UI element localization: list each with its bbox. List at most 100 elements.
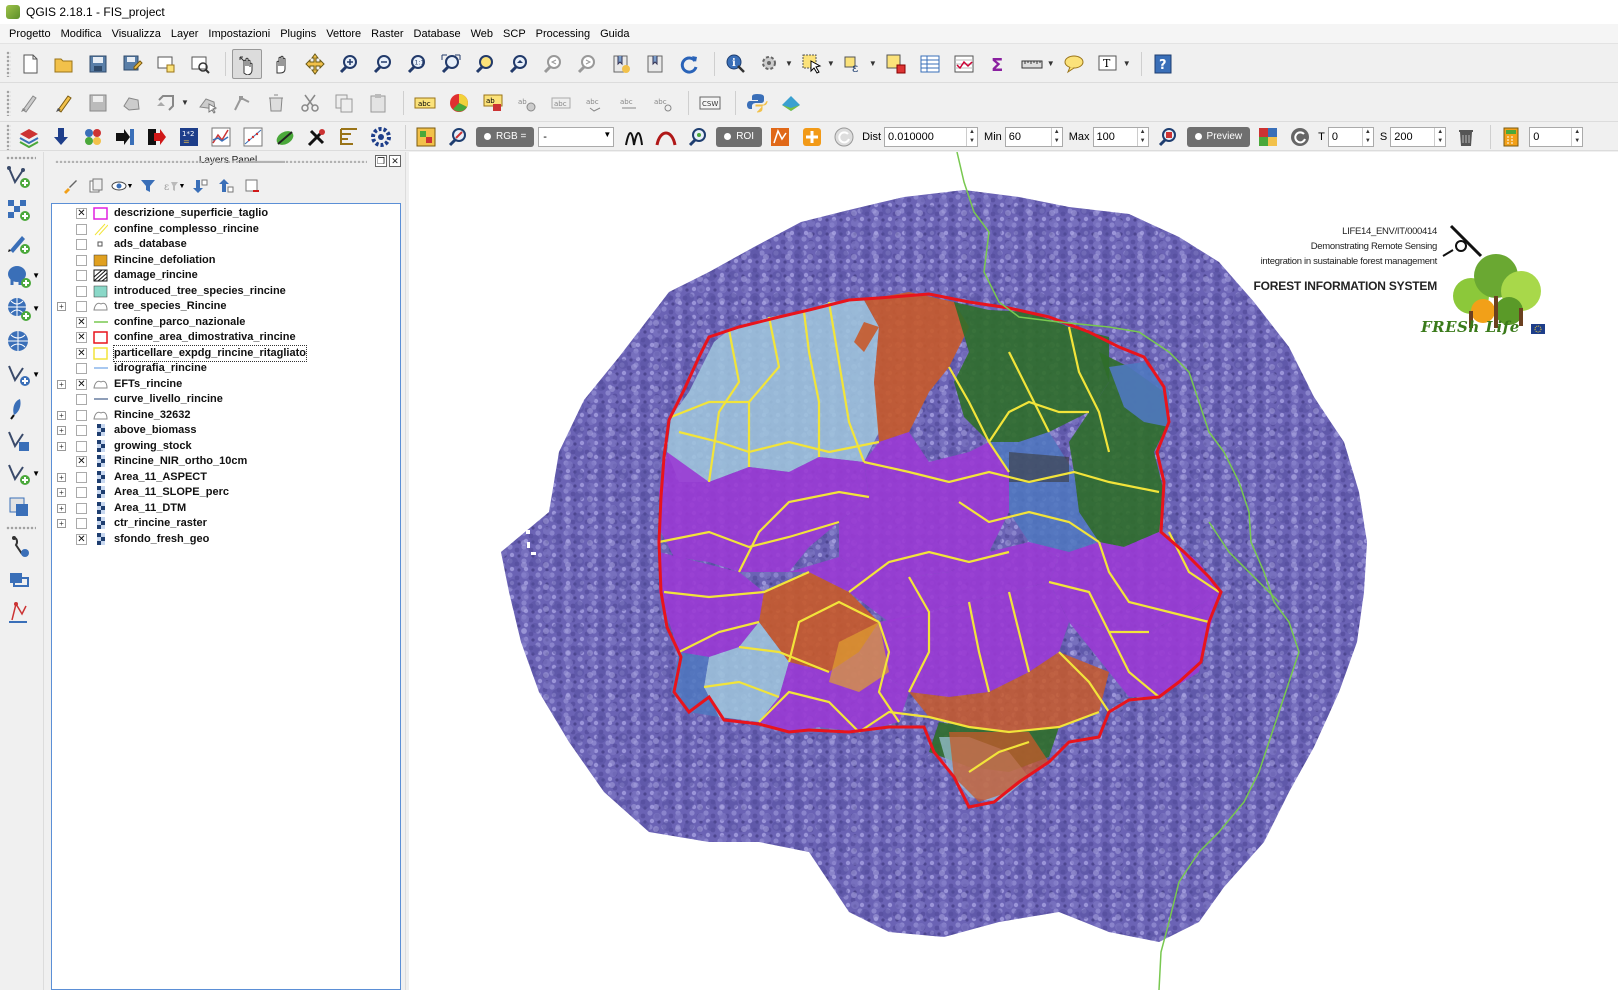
menu-guida[interactable]: Guida	[595, 24, 634, 44]
expand-toggle-icon[interactable]: +	[57, 488, 66, 497]
new-print-composer-button[interactable]	[151, 49, 181, 79]
expand-toggle-icon[interactable]: +	[57, 410, 66, 420]
layer-visibility-checkbox[interactable]	[76, 270, 87, 281]
add-delimited-text-button[interactable]	[0, 228, 36, 258]
menu-modifica[interactable]: Modifica	[56, 24, 107, 44]
layer-visibility-checkbox[interactable]	[76, 254, 87, 266]
scp-add-roi-button[interactable]	[798, 125, 825, 149]
add-group-button[interactable]	[83, 175, 109, 197]
layer-row[interactable]: curve_livello_rincine	[52, 392, 400, 408]
menu-scp[interactable]: SCP	[498, 24, 531, 44]
layer-visibility-checkbox[interactable]: ✕	[76, 208, 87, 219]
composer-manager-button[interactable]	[185, 49, 215, 79]
layer-visibility-checkbox[interactable]	[76, 425, 87, 436]
rotate-label-button[interactable]: abc	[580, 88, 610, 118]
move-label-button[interactable]: abc	[546, 88, 576, 118]
scp-zoom-input-button[interactable]	[412, 125, 439, 149]
layer-row[interactable]: + Area_11_SLOPE_perc	[52, 485, 400, 501]
menu-progetto[interactable]: Progetto	[4, 24, 56, 44]
add-oracle-button[interactable]: ▼	[0, 459, 40, 489]
label-toolbar-button[interactable]: abc	[410, 88, 440, 118]
layer-row[interactable]: + Rincine_32632	[52, 408, 400, 424]
layer-visibility-checkbox[interactable]	[76, 487, 87, 498]
scp-postprocessing-button[interactable]	[335, 125, 362, 149]
layer-row[interactable]: damage_rincine	[52, 268, 400, 284]
remove-layer-button[interactable]	[239, 175, 265, 197]
layer-row[interactable]: Rincine_defoliation	[52, 253, 400, 269]
scp-scatter-plot-button[interactable]	[239, 125, 266, 149]
new-project-button[interactable]	[15, 49, 45, 79]
zoom-next-button[interactable]	[572, 49, 602, 79]
layers-panel-titlebar[interactable]: Layers Panel ❐ ✕	[51, 152, 405, 170]
expand-toggle-icon[interactable]: +	[57, 379, 66, 389]
open-attribute-table-button[interactable]	[915, 49, 945, 79]
save-as-button[interactable]	[117, 49, 147, 79]
new-spatialite-layer-button[interactable]	[0, 565, 36, 595]
layer-row[interactable]: confine_complesso_rincine	[52, 222, 400, 238]
delete-selected-button[interactable]	[261, 88, 291, 118]
toolbar-grip[interactable]	[6, 50, 11, 77]
layer-visibility-checkbox[interactable]	[76, 239, 87, 250]
menu-vettore[interactable]: Vettore	[321, 24, 366, 44]
chevron-down-icon[interactable]: ▼	[32, 469, 40, 478]
menu-raster[interactable]: Raster	[366, 24, 408, 44]
layer-visibility-checkbox[interactable]	[76, 502, 87, 514]
zoom-last-button[interactable]	[538, 49, 568, 79]
scp-preprocessing-button[interactable]	[79, 125, 106, 149]
scp-show-input-button[interactable]	[444, 125, 471, 149]
menu-web[interactable]: Web	[466, 24, 498, 44]
scp-roi-curve-button[interactable]	[652, 125, 679, 149]
scp-calc-button[interactable]	[1497, 125, 1524, 149]
scp-download-button[interactable]	[47, 125, 74, 149]
toolbar-grip[interactable]	[6, 89, 11, 116]
cut-features-button[interactable]	[295, 88, 325, 118]
zoom-in-button[interactable]	[334, 49, 364, 79]
paste-features-button[interactable]	[363, 88, 393, 118]
add-vector-layer-button[interactable]	[0, 162, 36, 192]
t-spinbox[interactable]: 0 ▲ ▼	[1327, 126, 1374, 147]
toolbar-grip[interactable]	[6, 123, 11, 150]
new-gpx-layer-button[interactable]	[0, 598, 36, 628]
add-postgis-button[interactable]: ▼	[0, 261, 40, 291]
zoom-native-button[interactable]: 1:1	[402, 49, 432, 79]
layer-visibility-checkbox[interactable]: ✕	[76, 347, 87, 359]
select-feature-button[interactable]	[797, 49, 827, 79]
scp-zoom-roi-button[interactable]	[684, 125, 711, 149]
diagram-button[interactable]	[444, 88, 474, 118]
help-button[interactable]: ?	[1148, 49, 1178, 79]
layer-row[interactable]: ✕ descrizione_superficie_taglio	[52, 206, 400, 222]
map-tips-button[interactable]	[1059, 49, 1089, 79]
chevron-down-icon[interactable]: ▼	[827, 59, 835, 68]
layer-visibility-checkbox[interactable]: ✕	[76, 456, 87, 467]
layer-visibility-checkbox[interactable]	[76, 471, 87, 483]
zoom-full-button[interactable]	[436, 49, 466, 79]
refresh-button[interactable]	[674, 49, 704, 79]
collapse-all-button[interactable]	[213, 175, 239, 197]
scp-signature-button[interactable]	[620, 125, 647, 149]
panel-float-button[interactable]: ❐	[375, 155, 387, 167]
new-shapefile-button[interactable]	[0, 532, 36, 562]
save-project-button[interactable]	[83, 49, 113, 79]
dist-spinbox[interactable]: 0.010000 ▲ ▼	[884, 126, 979, 147]
expand-toggle-icon[interactable]: +	[57, 472, 66, 482]
pan-to-selection-button[interactable]	[300, 49, 330, 79]
new-bookmark-button[interactable]	[606, 49, 636, 79]
toolbar-grip[interactable]	[6, 526, 36, 530]
filter-by-expression-button[interactable]: ε ▼	[161, 175, 187, 197]
scp-accuracy-button[interactable]	[271, 125, 298, 149]
measure-line-button[interactable]	[1017, 49, 1047, 79]
expand-toggle-icon[interactable]: +	[57, 302, 66, 311]
add-wcs-button[interactable]	[0, 327, 36, 357]
layer-visibility-checkbox[interactable]: ✕	[76, 316, 87, 328]
filter-legend-button[interactable]	[135, 175, 161, 197]
label-properties-button[interactable]: abc	[648, 88, 678, 118]
touch-zoom-button[interactable]	[232, 48, 262, 79]
layer-row[interactable]: ads_database	[52, 237, 400, 253]
chevron-down-icon[interactable]: ▼	[32, 370, 40, 379]
layer-visibility-checkbox[interactable]	[76, 440, 87, 452]
pin-labels-button[interactable]: ab	[478, 88, 508, 118]
toggle-editing-button[interactable]	[49, 88, 79, 118]
chevron-down-icon[interactable]: ▼	[785, 59, 793, 68]
statistical-summary-button[interactable]: Σ	[983, 49, 1013, 79]
layer-visibility-checkbox[interactable]	[76, 409, 87, 421]
